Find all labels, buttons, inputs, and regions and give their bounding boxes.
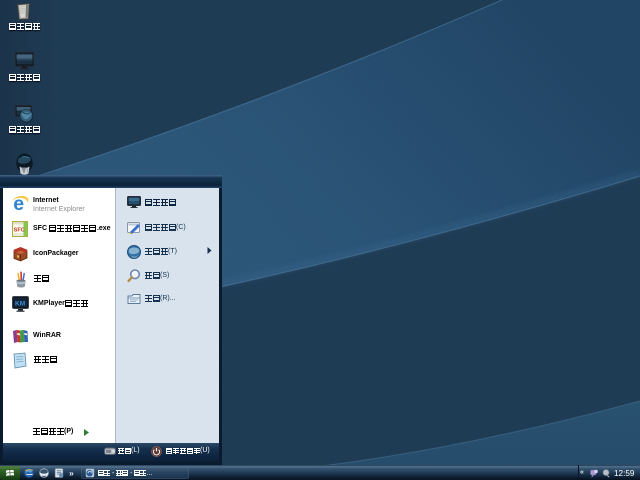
svg-text:SFC: SFC xyxy=(14,227,25,233)
svg-text:KM: KM xyxy=(15,301,25,308)
